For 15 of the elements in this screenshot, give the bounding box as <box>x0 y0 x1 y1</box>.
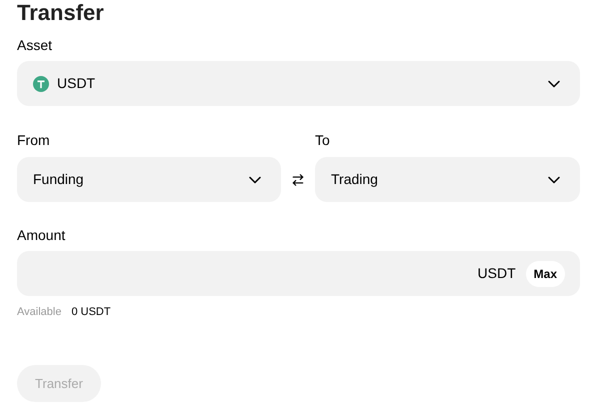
max-button[interactable]: Max <box>526 260 565 286</box>
field-label: Asset <box>17 36 54 54</box>
field-label: To <box>315 131 331 149</box>
swap-icon[interactable] <box>291 173 305 187</box>
page-title: Transfer <box>17 0 105 26</box>
unit-label: USDT <box>478 264 516 283</box>
available-value: 0 USDT <box>71 305 111 320</box>
amount-field[interactable]: USDT Max <box>17 251 580 296</box>
select-field[interactable]: USDT <box>17 61 580 106</box>
coin-icon <box>33 76 49 92</box>
select-field[interactable]: Trading <box>315 157 580 202</box>
available-label: Available <box>17 305 62 320</box>
field-label: From <box>17 131 51 149</box>
select-field[interactable]: Funding <box>17 157 281 202</box>
field-label: Amount <box>17 226 66 244</box>
